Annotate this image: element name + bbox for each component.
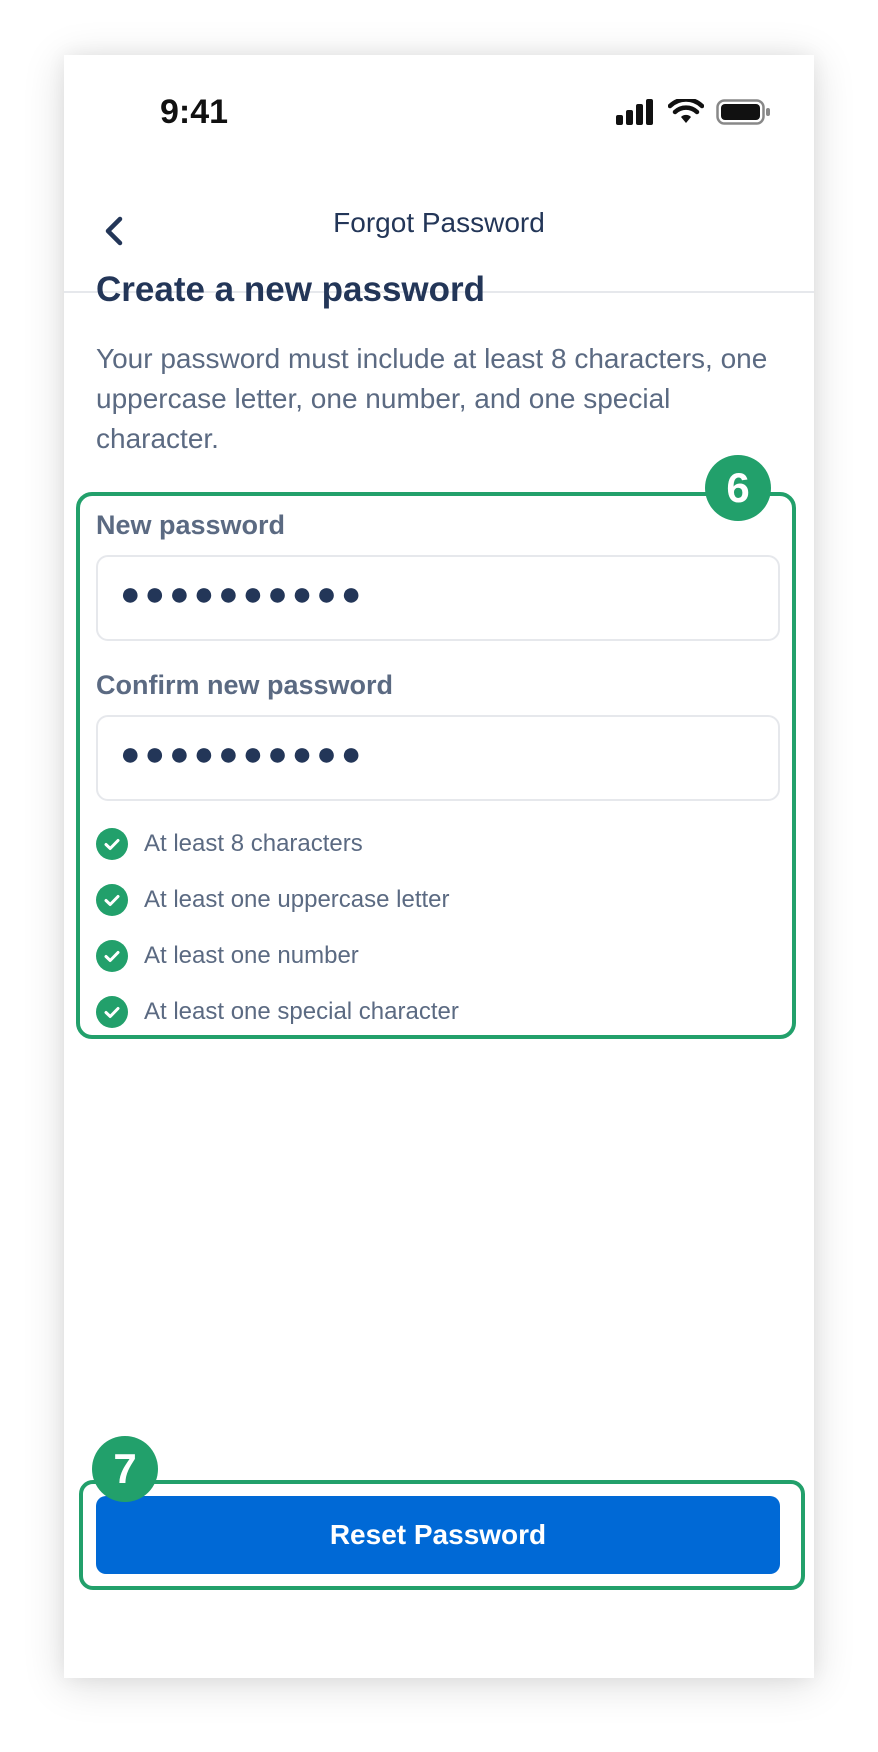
confirm-password-field[interactable]: ●●●●●●●●●● <box>96 715 780 801</box>
requirement-item: At least 8 characters <box>96 827 363 861</box>
requirement-item: At least one special character <box>96 995 459 1029</box>
check-circle-icon <box>96 884 128 916</box>
requirement-item: At least one number <box>96 939 359 973</box>
check-circle-icon <box>96 996 128 1028</box>
requirement-label: At least 8 characters <box>144 830 363 857</box>
confirm-password-value: ●●●●●●●●●● <box>120 735 366 773</box>
requirement-label: At least one uppercase letter <box>144 886 450 913</box>
new-password-value: ●●●●●●●●●● <box>120 575 366 613</box>
phone-screen: 9:41 Forgot Password Create a new passwo… <box>64 55 814 1678</box>
reset-password-button[interactable]: Reset Password <box>96 1496 780 1574</box>
annotation-badge-button: 7 <box>92 1436 158 1502</box>
password-rules-description: Your password must include at least 8 ch… <box>96 343 768 454</box>
battery-icon <box>716 99 770 125</box>
requirement-label: At least one special character <box>144 998 459 1025</box>
page-title: Forgot Password <box>333 207 545 238</box>
requirement-label: At least one number <box>144 942 359 969</box>
annotation-badge-form: 6 <box>705 455 771 521</box>
requirement-item: At least one uppercase letter <box>96 883 450 917</box>
check-circle-icon <box>96 828 128 860</box>
check-circle-icon <box>96 940 128 972</box>
status-icons <box>616 99 776 129</box>
confirm-password-label: Confirm new password <box>96 670 394 700</box>
signal-icon <box>616 99 653 125</box>
new-password-field[interactable]: ●●●●●●●●●● <box>96 555 780 641</box>
wifi-icon <box>668 99 704 123</box>
section-heading: Create a new password <box>96 270 486 309</box>
status-time: 9:41 <box>160 93 229 131</box>
new-password-label: New password <box>96 510 286 540</box>
